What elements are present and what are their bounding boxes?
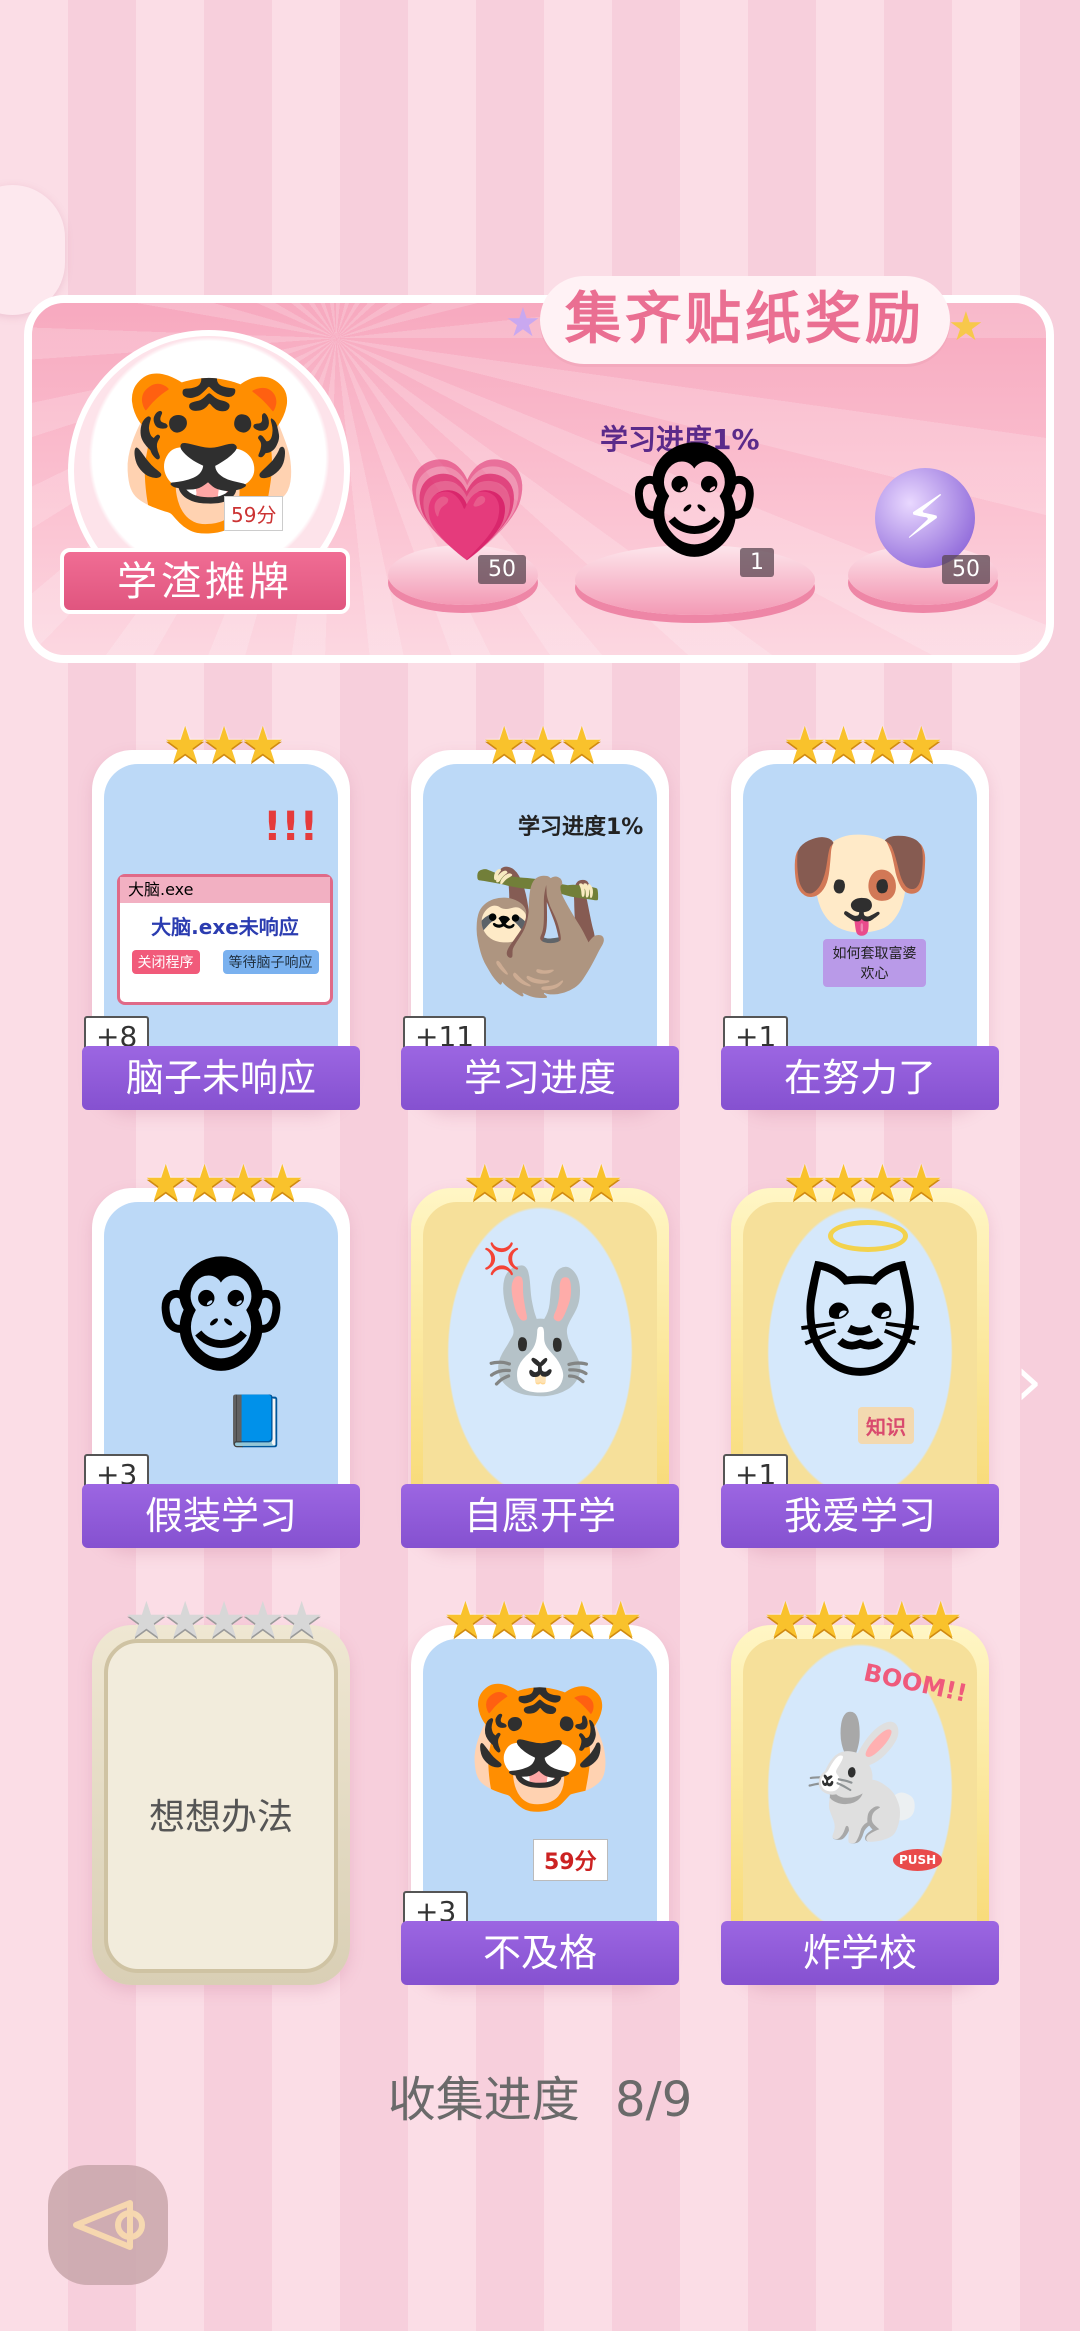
star-rating: ★★★★ — [462, 1154, 623, 1212]
tiger-icon: 🐯 — [115, 367, 303, 541]
card-label: 脑子未响应 — [82, 1046, 360, 1110]
angel-cat-icon: 🐱 — [797, 1257, 923, 1396]
wait-response-button: 等待脑子响应 — [222, 950, 319, 974]
rabbit-icon: 🐰 — [465, 1262, 615, 1401]
lightning-orb-icon[interactable]: ⚡ — [875, 468, 975, 568]
sticker-card[interactable]: 大脑.exe 大脑.exe未响应 关闭程序 等待脑子响应 !!! ★★★ +8 … — [82, 716, 360, 1110]
sticker-card[interactable]: BOOM!! 🐇 PUSH ★★★★★ 炸学校 — [721, 1591, 999, 1985]
banner-title: 集齐贴纸奖励 — [540, 276, 950, 364]
sticker-card[interactable]: 🐰 💢 ★★★★ 自愿开学 — [401, 1154, 679, 1548]
boom-text: BOOM!! — [861, 1658, 970, 1708]
error-window: 大脑.exe 大脑.exe未响应 关闭程序 等待脑子响应 — [117, 874, 333, 1005]
collection-label: 收集进度 — [387, 2072, 580, 2128]
halo-icon — [828, 1220, 908, 1252]
collection-value: 8/9 — [615, 2072, 693, 2128]
sticker-card-locked[interactable]: 想想办法 ★★★★★ — [92, 1591, 350, 1985]
collection-progress: 收集进度 8/9 — [0, 2060, 1080, 2130]
next-page-arrow-icon[interactable]: › — [1015, 1340, 1043, 1422]
card-label: 自愿开学 — [401, 1484, 679, 1548]
star-rating: ★★★ — [162, 716, 285, 774]
window-message: 大脑.exe未响应 — [151, 915, 299, 939]
star-rating: ★★★★ — [143, 1154, 304, 1212]
card-label: 我爱学习 — [721, 1484, 999, 1548]
card-label: 在努力了 — [721, 1046, 999, 1110]
card-label: 学习进度 — [401, 1046, 679, 1110]
puppy-icon: 🐶 — [785, 814, 935, 953]
star-rating: ★★★★ — [782, 1154, 943, 1212]
sticker-card[interactable]: 🐱 知识 ★★★★ +1 我爱学习 — [721, 1154, 999, 1548]
exclamation-icon: !!! — [263, 804, 318, 850]
monkey-icon: 🐵 — [151, 1252, 291, 1391]
star-icon: ★ — [948, 304, 984, 350]
sticker-card[interactable]: 🐵 📘 ★★★★ +3 假装学习 — [82, 1154, 360, 1548]
card-label: 想想办法 — [148, 1797, 293, 1838]
score-paper: 59分 — [533, 1839, 608, 1881]
rabbit-icon: 🐇 — [785, 1709, 935, 1848]
book-title: 如何套取富婆欢心 — [823, 939, 926, 987]
back-arrow-icon — [73, 2200, 145, 2250]
close-program-button: 关闭程序 — [131, 950, 200, 974]
reward-count: 1 — [740, 548, 774, 577]
star-rating: ★★★★ — [782, 716, 943, 774]
card-caption: 学习进度1% — [518, 815, 644, 840]
star-rating: ★★★ — [481, 716, 604, 774]
sticker-card[interactable]: 🐶 如何套取富婆欢心 ★★★★ +1 在努力了 — [721, 716, 999, 1110]
push-button-icon: PUSH — [893, 1849, 943, 1871]
star-icon: ★ — [505, 300, 541, 346]
reward-count: 50 — [478, 555, 526, 584]
star-rating: ★★★★★ — [442, 1591, 643, 1649]
star-rating: ★★★★★ — [762, 1591, 963, 1649]
heart-gem-icon[interactable]: 💗 — [405, 460, 530, 560]
card-label: 炸学校 — [721, 1921, 999, 1985]
tiger-icon: 🐯 — [465, 1679, 615, 1818]
rank-label: 学渣摊牌 — [60, 548, 350, 614]
back-button[interactable] — [48, 2165, 168, 2285]
card-frame: 想想办法 — [104, 1639, 338, 1973]
sticker-card[interactable]: 🐯 59分 ★★★★★ +3 不及格 — [401, 1591, 679, 1985]
reward-count: 50 — [942, 555, 990, 584]
window-title: 大脑.exe — [120, 877, 330, 903]
book-icon: 📘 — [224, 1392, 287, 1450]
sticker-card[interactable]: 学习进度1% 🦥 ★★★ +11 学习进度 — [401, 716, 679, 1110]
anger-icon: 💢 — [483, 1242, 521, 1277]
book-title: 知识 — [858, 1407, 914, 1444]
score-paper: 59分 — [224, 496, 284, 531]
card-label: 不及格 — [401, 1921, 679, 1985]
card-label: 假装学习 — [82, 1484, 360, 1548]
star-rating: ★★★★★ — [123, 1591, 324, 1649]
sloth-icon: 🦥 — [465, 864, 615, 1003]
